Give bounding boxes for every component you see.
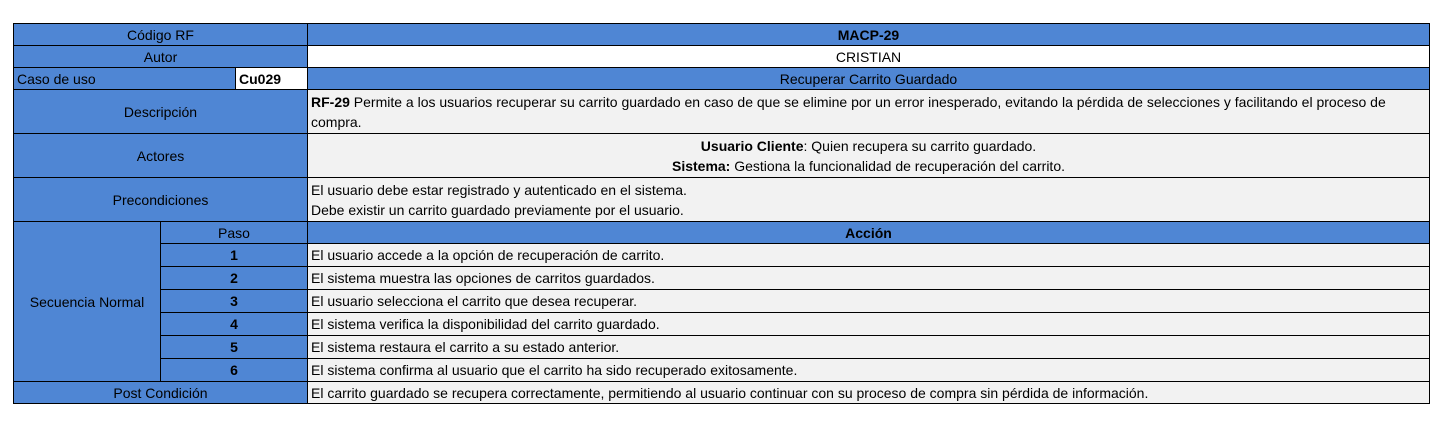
- caso-uso-label: Caso de uso: [13, 67, 236, 90]
- precondicion-2: Debe existir un carrito guardado previam…: [311, 201, 684, 218]
- descripcion-ref: RF-29: [311, 93, 350, 110]
- autor-label: Autor: [13, 45, 308, 68]
- paso-header: Paso: [160, 221, 308, 244]
- precondiciones-label: Precondiciones: [13, 177, 308, 222]
- precondicion-1: El usuario debe estar registrado y auten…: [311, 181, 687, 198]
- step-number: 2: [160, 266, 308, 290]
- use-case-table: Código RF MACP-29 Autor CRISTIAN Caso de…: [13, 23, 1430, 404]
- step-action: El sistema restaura el carrito a su esta…: [307, 335, 1430, 359]
- step-number: 4: [160, 312, 308, 336]
- descripcion-label: Descripción: [13, 89, 308, 134]
- caso-uso-code: Cu029: [235, 67, 308, 90]
- actores-label: Actores: [13, 133, 308, 178]
- actor-usuario-text: : Quien recupera su carrito guardado.: [803, 137, 1037, 154]
- step-number: 5: [160, 335, 308, 359]
- step-action: El sistema verifica la disponibilidad de…: [307, 312, 1430, 336]
- codigo-rf-label: Código RF: [13, 23, 308, 46]
- actor-usuario-name: Usuario Cliente: [700, 137, 804, 154]
- descripcion-text: Permite a los usuarios recuperar su carr…: [311, 93, 1386, 130]
- step-number: 1: [160, 243, 308, 267]
- step-action: El usuario accede a la opción de recuper…: [307, 243, 1430, 267]
- codigo-rf-value: MACP-29: [307, 23, 1430, 46]
- actor-sistema: Sistema: Gestiona la funcionalidad de re…: [311, 156, 1426, 176]
- step-action: El sistema muestra las opciones de carri…: [307, 266, 1430, 290]
- secuencia-label: Secuencia Normal: [13, 221, 161, 382]
- actores-value: Usuario Cliente: Quien recupera su carri…: [307, 133, 1430, 178]
- caso-uso-name: Recuperar Carrito Guardado: [307, 67, 1430, 90]
- actor-sistema-text: Gestiona la funcionalidad de recuperació…: [730, 157, 1065, 174]
- actor-sistema-name: Sistema:: [671, 157, 731, 174]
- actor-usuario: Usuario Cliente: Quien recupera su carri…: [311, 136, 1426, 156]
- step-number: 6: [160, 358, 308, 382]
- step-action: El sistema confirma al usuario que el ca…: [307, 358, 1430, 382]
- step-action: El usuario selecciona el carrito que des…: [307, 289, 1430, 313]
- autor-value: CRISTIAN: [307, 45, 1430, 68]
- post-condicion-value: El carrito guardado se recupera correcta…: [307, 381, 1430, 404]
- descripcion-value: RF-29 Permite a los usuarios recuperar s…: [307, 89, 1430, 134]
- step-number: 3: [160, 289, 308, 313]
- precondiciones-value: El usuario debe estar registrado y auten…: [307, 177, 1430, 222]
- accion-header: Acción: [307, 221, 1430, 244]
- post-condicion-label: Post Condición: [13, 381, 308, 404]
